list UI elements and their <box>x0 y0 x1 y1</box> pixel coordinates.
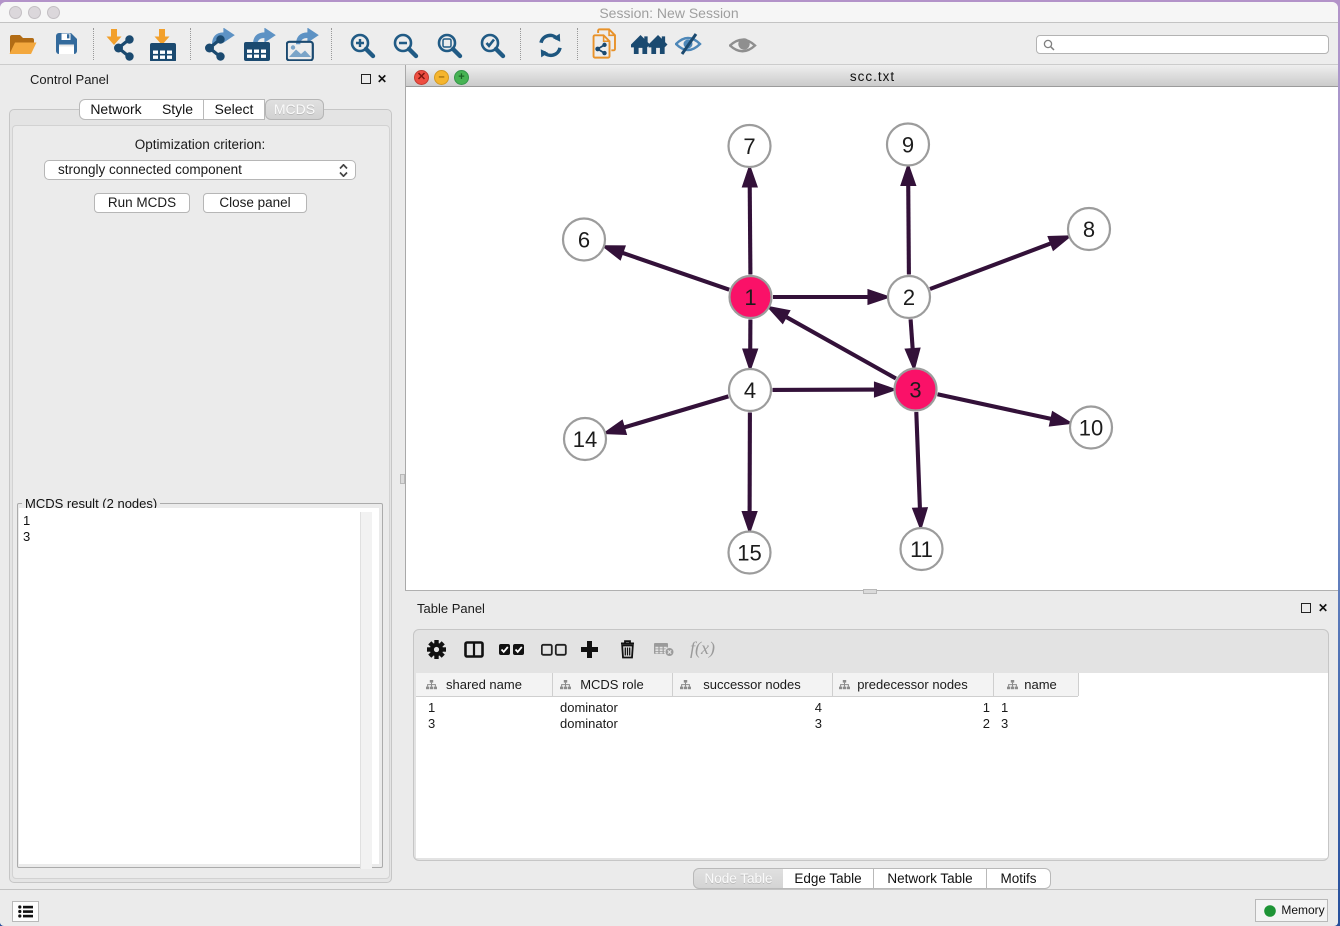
svg-text:4: 4 <box>744 378 756 403</box>
svg-text:2: 2 <box>903 285 915 310</box>
svg-text:1: 1 <box>744 285 756 310</box>
svg-text:7: 7 <box>743 134 755 159</box>
svg-text:9: 9 <box>902 132 914 157</box>
svg-text:8: 8 <box>1083 217 1095 242</box>
svg-text:6: 6 <box>578 227 590 252</box>
svg-text:15: 15 <box>737 540 761 565</box>
svg-text:10: 10 <box>1079 415 1103 440</box>
svg-text:11: 11 <box>910 537 933 562</box>
svg-text:14: 14 <box>573 427 597 452</box>
svg-text:3: 3 <box>909 377 921 402</box>
